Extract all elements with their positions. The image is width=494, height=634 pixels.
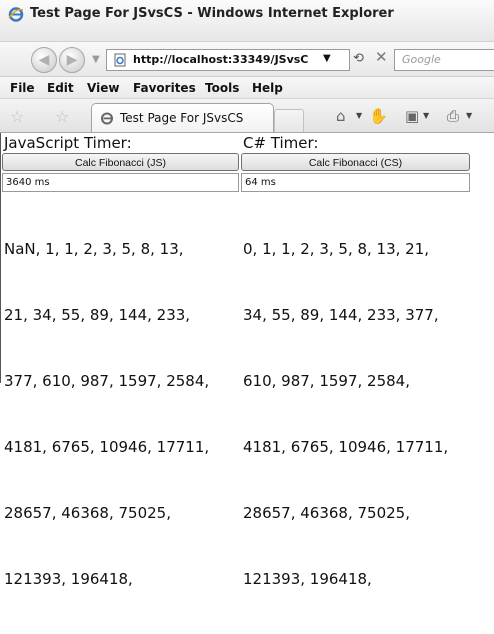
navigation-bar: ◀ ▶ ▼ http://localhost:33349/JSvsC ▼ ⟲ ✕… [0, 42, 494, 77]
js-output-line: 21, 34, 55, 89, 144, 233, [4, 306, 191, 324]
calc-fibonacci-cs-button[interactable]: Calc Fibonacci (CS) [241, 153, 470, 171]
tab-label: Test Page For JSvsCS [120, 111, 244, 125]
js-output-line: 121393, 196418, [4, 570, 133, 588]
cs-fibonacci-output: 0, 1, 1, 2, 3, 5, 8, 13, 21, 34, 55, 89,… [241, 194, 494, 634]
new-tab-button[interactable] [274, 109, 304, 132]
cs-output-line: 28657, 46368, 75025, [243, 504, 410, 522]
tab-current[interactable]: Test Page For JSvsCS [91, 103, 274, 132]
page-icon [114, 53, 126, 67]
javascript-column: JavaScript Timer: Calc Fibonacci (JS) 36… [2, 133, 241, 634]
js-output-line: 4181, 6765, 10946, 17711, [4, 438, 210, 456]
add-favorites-icon[interactable]: ☆ [55, 107, 69, 126]
cs-output-line: 610, 987, 1597, 2584, [243, 372, 410, 390]
home-dropdown-icon[interactable]: ▼ [356, 111, 362, 120]
js-output-line: NaN, 1, 1, 2, 3, 5, 8, 13, [4, 240, 184, 258]
back-arrow-icon: ◀ [38, 52, 50, 68]
js-time-field[interactable]: 3640 ms [2, 173, 239, 192]
window-title: Test Page For JSvsCS - Windows Internet … [30, 6, 394, 21]
cs-output-line: 34, 55, 89, 144, 233, 377, [243, 306, 439, 324]
forward-arrow-icon: ▶ [66, 52, 78, 68]
tab-ie-icon [101, 112, 113, 125]
home-icon[interactable]: ⌂ [336, 107, 346, 125]
address-url[interactable]: http://localhost:33349/JSvsC [133, 53, 308, 66]
tab-bar: ☆ ☆ Test Page For JSvsCS ⌂ ▼ ✋ ▣ ▼ ⎙ ▼ [0, 99, 494, 133]
refresh-icon[interactable]: ⟲ [353, 51, 364, 66]
favorites-star-icon[interactable]: ☆ [10, 107, 24, 126]
js-output-line: 377, 610, 987, 1597, 2584, [4, 372, 210, 390]
menu-view[interactable]: View [87, 81, 119, 95]
menu-favorites[interactable]: Favorites [133, 81, 196, 95]
history-dropdown-icon[interactable]: ▼ [92, 54, 100, 65]
javascript-timer-heading: JavaScript Timer: [4, 134, 132, 152]
menu-bar: File Edit View Favorites Tools Help [0, 77, 494, 99]
feeds-dropdown-icon[interactable]: ▼ [423, 111, 429, 120]
cs-output-line: 121393, 196418, [243, 570, 372, 588]
calc-fibonacci-js-button[interactable]: Calc Fibonacci (JS) [2, 153, 239, 171]
hand-icon[interactable]: ✋ [369, 107, 388, 125]
page-content: JavaScript Timer: Calc Fibonacci (JS) 36… [0, 133, 494, 588]
search-placeholder: Google [402, 53, 441, 66]
address-dropdown-icon[interactable]: ▼ [323, 53, 331, 64]
feeds-icon[interactable]: ▣ [405, 107, 419, 125]
js-output-line: 28657, 46368, 75025, [4, 504, 171, 522]
menu-tools[interactable]: Tools [205, 81, 239, 95]
js-fibonacci-output: NaN, 1, 1, 2, 3, 5, 8, 13, 21, 34, 55, 8… [2, 194, 241, 634]
cs-output-line: 4181, 6765, 10946, 17711, [243, 438, 449, 456]
stop-icon[interactable]: ✕ [375, 48, 388, 66]
window-titlebar: Test Page For JSvsCS - Windows Internet … [0, 0, 494, 42]
menu-edit[interactable]: Edit [47, 81, 74, 95]
cs-output-line: 0, 1, 1, 2, 3, 5, 8, 13, 21, [243, 240, 430, 258]
menu-file[interactable]: File [10, 81, 35, 95]
csharp-column: C# Timer: Calc Fibonacci (CS) 64 ms 0, 1… [241, 133, 494, 634]
csharp-timer-heading: C# Timer: [243, 134, 319, 152]
internet-explorer-icon [8, 7, 24, 22]
address-bar[interactable]: http://localhost:33349/JSvsC ▼ [106, 49, 350, 71]
print-icon[interactable]: ⎙ [447, 107, 459, 125]
search-box[interactable]: Google [394, 49, 494, 71]
cs-time-field[interactable]: 64 ms [241, 173, 470, 192]
menu-help[interactable]: Help [252, 81, 283, 95]
back-button[interactable]: ◀ [31, 47, 57, 73]
print-dropdown-icon[interactable]: ▼ [466, 111, 472, 120]
forward-button[interactable]: ▶ [59, 47, 85, 73]
